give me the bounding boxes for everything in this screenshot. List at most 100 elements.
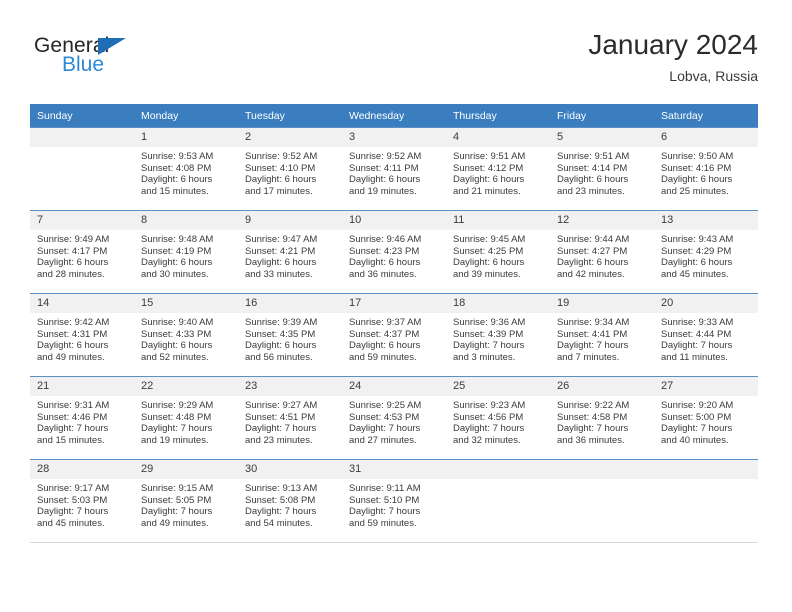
day-sun-details: Sunrise: 9:51 AM Sunset: 4:14 PM Daylight:… xyxy=(550,147,654,197)
sunrise-time: Sunrise: 9:39 AM xyxy=(245,317,318,328)
sunrise-time: Sunrise: 9:45 AM xyxy=(453,234,526,245)
daylight-duration-line2: and 19 minutes. xyxy=(141,434,209,446)
day-cell-inner: 7 Sunrise: 9:49 AM Sunset: 4:17 PM Daylight… xyxy=(30,211,134,293)
calendar-day-cell-empty xyxy=(446,459,550,543)
daylight-duration-line2: and 42 minutes. xyxy=(557,268,625,280)
calendar-header-row: Sunday Monday Tuesday Wednesday Thursday Frid… xyxy=(30,104,758,128)
calendar-day-cell[interactable]: 11 Sunrise: 9:45 AM Sunset: 4:25 PM Dayligh… xyxy=(446,210,550,294)
calendar-day-cell[interactable]: 1 Sunrise: 9:53 AM Sunset: 4:08 PM Daylight… xyxy=(134,127,238,211)
sunrise-time: Sunrise: 9:53 AM xyxy=(141,151,214,162)
day-cell-inner: 23 Sunrise: 9:27 AM Sunset: 4:51 PM Dayligh… xyxy=(238,377,342,459)
daylight-duration-line2: and 23 minutes. xyxy=(557,185,625,197)
daylight-duration-line2: and 39 minutes. xyxy=(453,268,521,280)
day-sun-details: Sunrise: 9:39 AM Sunset: 4:35 PM Daylight:… xyxy=(238,313,342,363)
calendar-day-cell[interactable]: 17 Sunrise: 9:37 AM Sunset: 4:37 PM Dayligh… xyxy=(342,293,446,377)
calendar-day-cell[interactable]: 18 Sunrise: 9:36 AM Sunset: 4:39 PM Dayligh… xyxy=(446,293,550,377)
sunset-time: Sunset: 4:23 PM xyxy=(349,245,420,257)
general-blue-logo[interactable]: General Blue xyxy=(34,34,234,86)
calendar-day-cell[interactable]: 3 Sunrise: 9:52 AM Sunset: 4:11 PM Daylight… xyxy=(342,127,446,211)
calendar-day-cell[interactable]: 6 Sunrise: 9:50 AM Sunset: 4:16 PM Daylight… xyxy=(654,127,758,211)
calendar-day-cell[interactable]: 13 Sunrise: 9:43 AM Sunset: 4:29 PM Dayligh… xyxy=(654,210,758,294)
calendar-day-cell[interactable]: 7 Sunrise: 9:49 AM Sunset: 4:17 PM Daylight… xyxy=(30,210,134,294)
sunset-time: Sunset: 4:31 PM xyxy=(37,328,108,340)
sunrise-time: Sunrise: 9:52 AM xyxy=(349,151,422,162)
calendar-day-cell[interactable]: 9 Sunrise: 9:47 AM Sunset: 4:21 PM Daylight… xyxy=(238,210,342,294)
daylight-duration-line2: and 49 minutes. xyxy=(37,351,105,363)
daylight-duration-line2: and 15 minutes. xyxy=(141,185,209,197)
sunset-time: Sunset: 4:33 PM xyxy=(141,328,212,340)
day-cell-inner: 16 Sunrise: 9:39 AM Sunset: 4:35 PM Dayligh… xyxy=(238,294,342,376)
page-header: General Blue January 2024 Lobva, Russia xyxy=(34,28,758,94)
calendar-day-cell[interactable]: 26 Sunrise: 9:22 AM Sunset: 4:58 PM Dayligh… xyxy=(550,376,654,460)
sunset-time: Sunset: 4:11 PM xyxy=(349,162,419,174)
daylight-duration-line2: and 33 minutes. xyxy=(245,268,313,280)
sunrise-time: Sunrise: 9:15 AM xyxy=(141,483,214,494)
calendar-day-cell[interactable]: 29 Sunrise: 9:15 AM Sunset: 5:05 PM Dayligh… xyxy=(134,459,238,543)
calendar-day-cell[interactable]: 10 Sunrise: 9:46 AM Sunset: 4:23 PM Dayligh… xyxy=(342,210,446,294)
calendar-day-cell[interactable]: 30 Sunrise: 9:13 AM Sunset: 5:08 PM Dayligh… xyxy=(238,459,342,543)
daylight-duration-line1: Daylight: 6 hours xyxy=(141,340,213,352)
daylight-duration-line2: and 45 minutes. xyxy=(661,268,729,280)
daylight-duration-line1: Daylight: 7 hours xyxy=(453,423,525,435)
calendar-day-cell[interactable]: 28 Sunrise: 9:17 AM Sunset: 5:03 PM Dayligh… xyxy=(30,459,134,543)
daylight-duration-line1: Daylight: 7 hours xyxy=(557,340,629,352)
calendar-day-cell[interactable]: 16 Sunrise: 9:39 AM Sunset: 4:35 PM Dayligh… xyxy=(238,293,342,377)
calendar-day-cell[interactable]: 12 Sunrise: 9:44 AM Sunset: 4:27 PM Dayligh… xyxy=(550,210,654,294)
daylight-duration-line1: Daylight: 7 hours xyxy=(37,506,109,518)
daylight-duration-line1: Daylight: 6 hours xyxy=(141,174,213,186)
day-sun-details: Sunrise: 9:49 AM Sunset: 4:17 PM Daylight:… xyxy=(30,230,134,280)
calendar-week-row: 7 Sunrise: 9:49 AM Sunset: 4:17 PM Daylight… xyxy=(30,210,758,294)
calendar-day-cell-empty xyxy=(30,127,134,211)
day-number: 6 xyxy=(654,128,758,147)
calendar-table: Sunday Monday Tuesday Wednesday Thursday Frid… xyxy=(30,104,758,543)
day-sun-details: Sunrise: 9:13 AM Sunset: 5:08 PM Daylight:… xyxy=(238,479,342,529)
sunrise-time: Sunrise: 9:52 AM xyxy=(245,151,318,162)
calendar-day-cell[interactable]: 25 Sunrise: 9:23 AM Sunset: 4:56 PM Dayligh… xyxy=(446,376,550,460)
day-sun-details: Sunrise: 9:31 AM Sunset: 4:46 PM Daylight:… xyxy=(30,396,134,446)
sunrise-time: Sunrise: 9:51 AM xyxy=(557,151,630,162)
calendar-day-cell[interactable]: 19 Sunrise: 9:34 AM Sunset: 4:41 PM Dayligh… xyxy=(550,293,654,377)
calendar-day-cell[interactable]: 23 Sunrise: 9:27 AM Sunset: 4:51 PM Dayligh… xyxy=(238,376,342,460)
sunset-time: Sunset: 4:51 PM xyxy=(245,411,316,423)
calendar-day-cell[interactable]: 14 Sunrise: 9:42 AM Sunset: 4:31 PM Dayligh… xyxy=(30,293,134,377)
calendar-day-cell[interactable]: 20 Sunrise: 9:33 AM Sunset: 4:44 PM Dayligh… xyxy=(654,293,758,377)
day-number xyxy=(30,128,134,147)
calendar-week-row: 14 Sunrise: 9:42 AM Sunset: 4:31 PM Dayligh… xyxy=(30,293,758,377)
day-number: 11 xyxy=(446,211,550,230)
day-number: 2 xyxy=(238,128,342,147)
calendar-day-cell[interactable]: 24 Sunrise: 9:25 AM Sunset: 4:53 PM Dayligh… xyxy=(342,376,446,460)
daylight-duration-line1: Daylight: 6 hours xyxy=(661,257,733,269)
calendar-day-cell[interactable]: 21 Sunrise: 9:31 AM Sunset: 4:46 PM Dayligh… xyxy=(30,376,134,460)
calendar-day-cell[interactable]: 5 Sunrise: 9:51 AM Sunset: 4:14 PM Daylight… xyxy=(550,127,654,211)
sunrise-time: Sunrise: 9:22 AM xyxy=(557,400,630,411)
calendar-day-cell[interactable]: 8 Sunrise: 9:48 AM Sunset: 4:19 PM Daylight… xyxy=(134,210,238,294)
calendar-day-cell[interactable]: 15 Sunrise: 9:40 AM Sunset: 4:33 PM Dayligh… xyxy=(134,293,238,377)
calendar-day-cell[interactable]: 22 Sunrise: 9:29 AM Sunset: 4:48 PM Dayligh… xyxy=(134,376,238,460)
day-cell-inner: 6 Sunrise: 9:50 AM Sunset: 4:16 PM Daylight… xyxy=(654,128,758,210)
daylight-duration-line1: Daylight: 6 hours xyxy=(37,340,109,352)
calendar-day-cell[interactable]: 2 Sunrise: 9:52 AM Sunset: 4:10 PM Daylight… xyxy=(238,127,342,211)
day-cell-inner: 30 Sunrise: 9:13 AM Sunset: 5:08 PM Dayligh… xyxy=(238,460,342,542)
calendar-day-cell[interactable]: 27 Sunrise: 9:20 AM Sunset: 5:00 PM Dayligh… xyxy=(654,376,758,460)
day-number: 19 xyxy=(550,294,654,313)
sunrise-time: Sunrise: 9:11 AM xyxy=(349,483,421,494)
day-number: 18 xyxy=(446,294,550,313)
daylight-duration-line1: Daylight: 7 hours xyxy=(557,423,629,435)
daylight-duration-line2: and 56 minutes. xyxy=(245,351,313,363)
daylight-duration-line1: Daylight: 6 hours xyxy=(349,174,421,186)
day-cell-inner: 25 Sunrise: 9:23 AM Sunset: 4:56 PM Dayligh… xyxy=(446,377,550,459)
calendar-day-cell[interactable]: 31 Sunrise: 9:11 AM Sunset: 5:10 PM Dayligh… xyxy=(342,459,446,543)
day-number: 13 xyxy=(654,211,758,230)
sunset-time: Sunset: 5:03 PM xyxy=(37,494,108,506)
sunrise-time: Sunrise: 9:20 AM xyxy=(661,400,734,411)
calendar-page: General Blue January 2024 Lobva, Russia … xyxy=(0,0,792,612)
sunrise-time: Sunrise: 9:34 AM xyxy=(557,317,630,328)
sunrise-time: Sunrise: 9:17 AM xyxy=(37,483,110,494)
calendar-day-cell[interactable]: 4 Sunrise: 9:51 AM Sunset: 4:12 PM Daylight… xyxy=(446,127,550,211)
daylight-duration-line1: Daylight: 6 hours xyxy=(661,174,733,186)
sunset-time: Sunset: 4:35 PM xyxy=(245,328,316,340)
sunset-time: Sunset: 4:48 PM xyxy=(141,411,212,423)
day-cell-inner: 3 Sunrise: 9:52 AM Sunset: 4:11 PM Daylight… xyxy=(342,128,446,210)
day-cell-inner: 18 Sunrise: 9:36 AM Sunset: 4:39 PM Dayligh… xyxy=(446,294,550,376)
page-subtitle-location: Lobva, Russia xyxy=(669,68,758,84)
